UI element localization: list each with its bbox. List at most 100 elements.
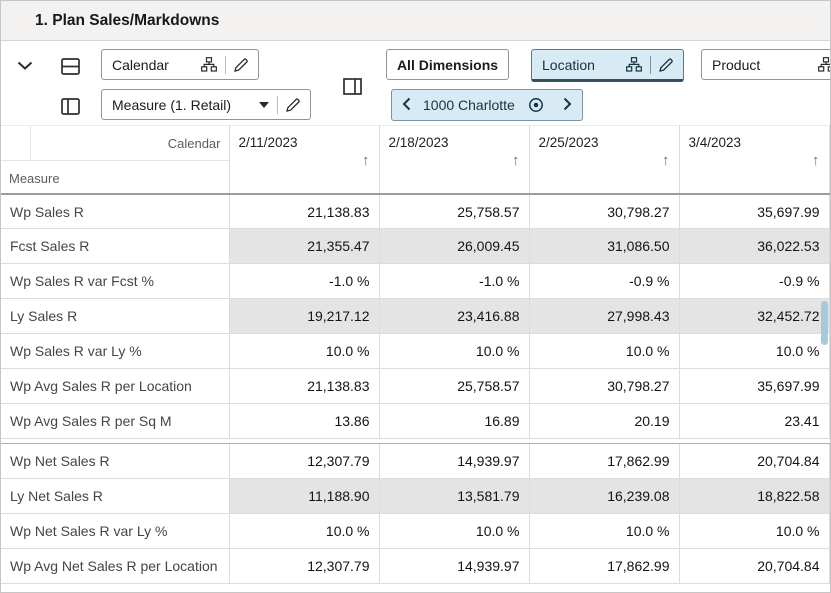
value-cell[interactable]: 10.0 %	[529, 334, 679, 369]
measure-tile-label: Measure (1. Retail)	[112, 97, 231, 113]
value-cell[interactable]: 12,307.79	[229, 444, 379, 479]
sort-ascending-icon[interactable]: ↑	[362, 152, 370, 169]
value-cell[interactable]: 13,581.79	[379, 479, 529, 514]
column-axis-layout-icon[interactable]	[59, 96, 82, 117]
value-cell[interactable]: 35,697.99	[679, 369, 829, 404]
value-cell[interactable]: 20,704.84	[679, 444, 829, 479]
value-cell[interactable]: 14,939.97	[379, 549, 529, 584]
measure-row-label[interactable]: Wp Sales R var Fcst %	[1, 264, 229, 299]
table-row: Wp Sales R21,138.8325,758.5730,798.2735,…	[1, 194, 829, 229]
measure-row-label[interactable]: Wp Avg Sales R per Location	[1, 369, 229, 404]
value-cell[interactable]: 19,217.12	[229, 299, 379, 334]
column-dimension-label: Calendar	[31, 126, 229, 160]
value-cell[interactable]: 27,998.43	[529, 299, 679, 334]
toolbar: Calendar Measure (1. Retail)	[1, 41, 830, 125]
caret-down-icon	[259, 102, 269, 108]
table-row: Ly Sales R19,217.1223,416.8827,998.4332,…	[1, 299, 829, 334]
value-cell[interactable]: -0.9 %	[679, 264, 829, 299]
value-cell[interactable]: 21,138.83	[229, 369, 379, 404]
target-icon[interactable]	[519, 97, 553, 113]
column-header[interactable]: 2/11/2023 ↑	[229, 126, 379, 194]
value-cell[interactable]: 32,452.72	[679, 299, 829, 334]
calendar-tile-button[interactable]: Calendar	[101, 49, 259, 80]
value-cell[interactable]: 13.86	[229, 404, 379, 439]
sort-ascending-icon[interactable]: ↑	[512, 152, 520, 169]
row-axis-layout-icon[interactable]	[59, 56, 82, 77]
column-header[interactable]: 2/25/2023↑	[529, 126, 679, 194]
previous-page-button[interactable]	[392, 90, 421, 120]
table-row: Wp Avg Sales R per Location21,138.8325,7…	[1, 369, 829, 404]
next-page-button[interactable]	[553, 90, 582, 120]
value-cell[interactable]: 12,307.79	[229, 549, 379, 584]
value-cell[interactable]: 10.0 %	[529, 514, 679, 549]
value-cell[interactable]: 16,239.08	[529, 479, 679, 514]
value-cell[interactable]: 18,822.58	[679, 479, 829, 514]
divider	[225, 56, 226, 74]
grid-body: Wp Sales R21,138.8325,758.5730,798.2735,…	[1, 194, 829, 584]
table-row: Ly Net Sales R11,188.9013,581.7916,239.0…	[1, 479, 829, 514]
grid-header-row: Calendar Measure 2/11/2023↑2/18/2023↑2/2…	[1, 126, 829, 194]
product-tile-label: Product	[712, 57, 760, 73]
all-dimensions-label: All Dimensions	[397, 57, 498, 73]
measure-row-label[interactable]: Wp Sales R	[1, 194, 229, 229]
value-cell[interactable]: 35,697.99	[679, 194, 829, 229]
value-cell[interactable]: 30,798.27	[529, 194, 679, 229]
value-cell[interactable]: 10.0 %	[229, 334, 379, 369]
value-cell[interactable]: -0.9 %	[529, 264, 679, 299]
collapse-toolbar-button[interactable]	[15, 56, 35, 75]
value-cell[interactable]: 10.0 %	[379, 514, 529, 549]
calendar-tile-label: Calendar	[112, 57, 169, 73]
value-cell[interactable]: 17,862.99	[529, 549, 679, 584]
value-cell[interactable]: 21,138.83	[229, 194, 379, 229]
location-tile-label: Location	[542, 57, 595, 73]
value-cell[interactable]: -1.0 %	[229, 264, 379, 299]
page-title: 1. Plan Sales/Markdowns	[35, 12, 219, 30]
value-cell[interactable]: -1.0 %	[379, 264, 529, 299]
plan-sales-markdowns-window: 1. Plan Sales/Markdowns Calendar	[0, 0, 831, 593]
chevron-right-icon	[563, 97, 572, 114]
value-cell[interactable]: 10.0 %	[229, 514, 379, 549]
value-cell[interactable]: 10.0 %	[379, 334, 529, 369]
value-cell[interactable]: 10.0 %	[679, 514, 829, 549]
value-cell[interactable]: 11,188.90	[229, 479, 379, 514]
value-cell[interactable]: 23.41	[679, 404, 829, 439]
value-cell[interactable]: 21,355.47	[229, 229, 379, 264]
sort-ascending-icon[interactable]: ↑	[812, 152, 820, 169]
measure-row-label[interactable]: Wp Net Sales R	[1, 444, 229, 479]
show-pane-icon[interactable]	[341, 76, 364, 97]
value-cell[interactable]: 31,086.50	[529, 229, 679, 264]
measure-row-label[interactable]: Wp Sales R var Ly %	[1, 334, 229, 369]
edit-pencil-icon[interactable]	[659, 58, 673, 72]
value-cell[interactable]: 30,798.27	[529, 369, 679, 404]
measure-row-label[interactable]: Ly Sales R	[1, 299, 229, 334]
value-cell[interactable]: 36,022.53	[679, 229, 829, 264]
measure-row-label[interactable]: Wp Net Sales R var Ly %	[1, 514, 229, 549]
location-tile-button[interactable]: Location	[531, 49, 684, 82]
edit-pencil-icon[interactable]	[286, 98, 300, 112]
value-cell[interactable]: 10.0 %	[679, 334, 829, 369]
vertical-scrollbar-thumb[interactable]	[821, 301, 828, 345]
value-cell[interactable]: 16.89	[379, 404, 529, 439]
column-date-label: 3/4/2023	[689, 135, 742, 150]
value-cell[interactable]: 26,009.45	[379, 229, 529, 264]
edit-pencil-icon[interactable]	[234, 58, 248, 72]
measure-tile-button[interactable]: Measure (1. Retail)	[101, 89, 311, 120]
value-cell[interactable]: 20.19	[529, 404, 679, 439]
value-cell[interactable]: 14,939.97	[379, 444, 529, 479]
all-dimensions-button[interactable]: All Dimensions	[386, 49, 509, 80]
table-row: Fcst Sales R21,355.4726,009.4531,086.503…	[1, 229, 829, 264]
column-header[interactable]: 2/18/2023↑	[379, 126, 529, 194]
product-tile-button[interactable]: Product	[701, 49, 831, 80]
value-cell[interactable]: 23,416.88	[379, 299, 529, 334]
column-header[interactable]: 3/4/2023 ↑	[679, 126, 829, 194]
measure-row-label[interactable]: Fcst Sales R	[1, 229, 229, 264]
column-date-label: 2/11/2023	[239, 135, 298, 150]
measure-row-label[interactable]: Wp Avg Net Sales R per Location	[1, 549, 229, 584]
measure-row-label[interactable]: Wp Avg Sales R per Sq M	[1, 404, 229, 439]
measure-row-label[interactable]: Ly Net Sales R	[1, 479, 229, 514]
value-cell[interactable]: 25,758.57	[379, 369, 529, 404]
value-cell[interactable]: 17,862.99	[529, 444, 679, 479]
value-cell[interactable]: 25,758.57	[379, 194, 529, 229]
sort-ascending-icon[interactable]: ↑	[662, 152, 670, 169]
value-cell[interactable]: 20,704.84	[679, 549, 829, 584]
